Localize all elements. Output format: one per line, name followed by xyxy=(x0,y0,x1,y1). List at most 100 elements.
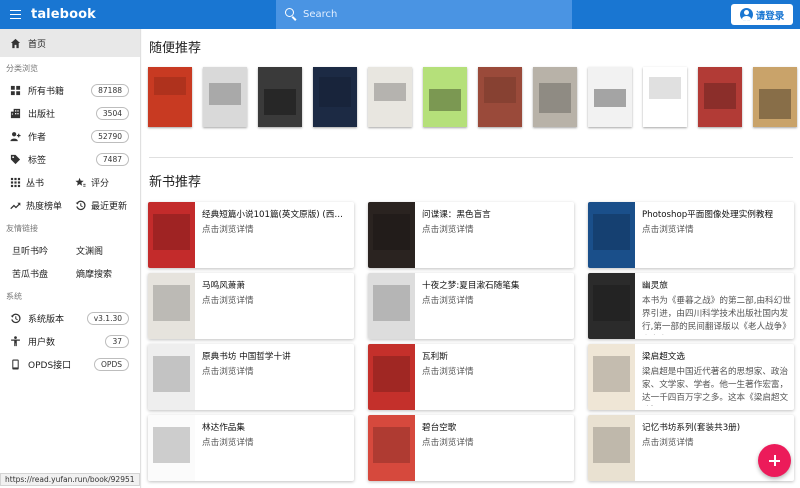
book-description: 点击浏览详情 xyxy=(202,225,254,235)
book-cover[interactable] xyxy=(313,67,357,127)
book-title[interactable]: 梁启超文选 xyxy=(642,350,790,362)
book-title[interactable]: 问谍课：黑色盲言 xyxy=(422,208,570,220)
sidebar-item-label: 丛书 xyxy=(26,179,45,189)
sidebar-item-all-books[interactable]: 所有书籍 87188 xyxy=(0,79,140,102)
phone-icon xyxy=(10,359,21,370)
book-title[interactable]: 碧台空歌 xyxy=(422,421,570,433)
book-description: 点击浏览详情 xyxy=(422,438,474,448)
sidebar-item-recent-updates[interactable]: 最近更新 xyxy=(75,199,140,212)
book-title[interactable]: Photoshop平面图像处理实例教程 xyxy=(642,208,790,220)
section-title-new: 新书推荐 xyxy=(149,175,202,190)
book-card[interactable]: 问谍课：黑色盲言 点击浏览详情 xyxy=(368,202,574,268)
book-cover[interactable] xyxy=(478,67,522,127)
sidebar-item-label: 首页 xyxy=(28,39,47,50)
book-thumbnail[interactable] xyxy=(588,273,635,339)
cover-art xyxy=(319,77,351,107)
book-card[interactable]: 林达作品集点击浏览详情 xyxy=(148,415,354,481)
thumbnail-art xyxy=(153,356,190,392)
book-title[interactable]: 林达作品集 xyxy=(202,421,350,433)
divider xyxy=(149,157,793,158)
sidebar-item-label: 评分 xyxy=(91,179,110,189)
book-thumbnail[interactable] xyxy=(148,415,195,481)
book-cover[interactable] xyxy=(148,67,192,127)
sidebar-item-publishers[interactable]: 出版社 3504 xyxy=(0,102,140,125)
book-thumbnail[interactable] xyxy=(588,415,635,481)
book-cover[interactable] xyxy=(588,67,632,127)
book-title[interactable]: 记忆书坊系列(套装共3册) xyxy=(642,421,790,433)
sidebar-item-opds[interactable]: OPDS接口 OPDS xyxy=(0,353,140,376)
sidebar-item-home[interactable]: 首页 xyxy=(0,29,140,57)
sidebar-item-label: 标签 xyxy=(28,156,47,166)
book-thumbnail[interactable] xyxy=(588,344,635,410)
book-title[interactable]: 原典书坊 中国哲学十讲 xyxy=(202,350,350,362)
book-cover[interactable] xyxy=(643,67,687,127)
book-cover[interactable] xyxy=(698,67,742,127)
cover-art xyxy=(374,83,406,101)
search-box[interactable] xyxy=(276,0,572,29)
book-thumbnail[interactable] xyxy=(368,415,415,481)
links-row-2: 苦瓜书盘 熵摩搜索 xyxy=(0,262,140,285)
sidebar-item-label: OPDS接口 xyxy=(28,361,72,371)
status-url: https://read.yufan.run/book/92951 xyxy=(0,473,140,486)
menu-icon[interactable] xyxy=(4,4,26,26)
sidebar-item-hot-list[interactable]: 热度榜单 xyxy=(10,199,75,212)
link-item[interactable]: 文渊阁 xyxy=(76,244,140,257)
users-chip: 37 xyxy=(105,335,129,348)
book-thumbnail[interactable] xyxy=(368,202,415,268)
book-thumbnail[interactable] xyxy=(148,344,195,410)
book-card[interactable]: 幽灵旅 本书为《垂暮之战》的第二部,由科幻世界引进，由四川科学技术出版社国内发行,… xyxy=(588,273,794,339)
sidebar-item-users[interactable]: 用户数 37 xyxy=(0,330,140,353)
book-description: 点击浏览详情 xyxy=(202,438,254,448)
count-chip: 3504 xyxy=(95,107,129,120)
book-title[interactable]: 十夜之梦:夏目漱石随笔集 xyxy=(422,279,570,291)
sidebar-item-label: 用户数 xyxy=(28,338,56,348)
book-title[interactable]: 瓦利斯 xyxy=(422,350,570,362)
search-input[interactable] xyxy=(303,9,553,20)
links-row-1: 旦听书吟 文渊阁 xyxy=(0,239,140,262)
book-cover[interactable] xyxy=(258,67,302,127)
book-card[interactable]: 梁启超文选 梁启超是中国近代著名的思想家、政治家、文学家、学者。他一生著作宏富，达… xyxy=(588,344,794,410)
link-item[interactable]: 苦瓜书盘 xyxy=(12,267,76,280)
link-item[interactable]: 熵摩搜索 xyxy=(76,267,140,280)
book-cover[interactable] xyxy=(203,67,247,127)
sidebar-item-tags[interactable]: 标签 7487 xyxy=(0,148,140,171)
search-icon xyxy=(285,8,298,21)
book-thumbnail[interactable] xyxy=(148,202,195,268)
book-description: 点击浏览详情 xyxy=(642,225,694,235)
book-cover[interactable] xyxy=(753,67,797,127)
person-icon xyxy=(10,131,21,142)
book-card[interactable]: 十夜之梦:夏目漱石随笔集 点击浏览详情 xyxy=(368,273,574,339)
book-card[interactable]: 经典短篇小说101篇(英文原版) (西方... 点击浏览详情 xyxy=(148,202,354,268)
cover-art xyxy=(429,89,461,111)
login-button[interactable]: 请登录 xyxy=(731,4,793,25)
version-chip: v3.1.30 xyxy=(86,312,129,325)
book-thumbnail[interactable] xyxy=(368,344,415,410)
building-icon xyxy=(10,108,21,119)
book-card[interactable]: 原典书坊 中国哲学十讲 点击浏览详情 xyxy=(148,344,354,410)
book-card[interactable]: Photoshop平面图像处理实例教程 点击浏览详情 xyxy=(588,202,794,268)
section-title-links: 友情链接 xyxy=(6,223,38,233)
book-title[interactable]: 经典短篇小说101篇(英文原版) (西方... xyxy=(202,208,350,220)
sidebar-item-label: 出版社 xyxy=(28,110,56,120)
book-cover[interactable] xyxy=(423,67,467,127)
link-item[interactable]: 旦听书吟 xyxy=(12,244,76,257)
book-card[interactable]: 瓦利斯 点击浏览详情 xyxy=(368,344,574,410)
book-title[interactable]: 马鸣风萧萧 xyxy=(202,279,350,291)
sidebar-item-authors[interactable]: 作者 52790 xyxy=(0,125,140,148)
book-thumbnail[interactable] xyxy=(368,273,415,339)
sidebar-item-version[interactable]: 系统版本 v3.1.30 xyxy=(0,307,140,330)
book-cover[interactable] xyxy=(368,67,412,127)
thumbnail-art xyxy=(153,285,190,321)
book-card[interactable]: 碧台空歌点击浏览详情 xyxy=(368,415,574,481)
add-button[interactable] xyxy=(758,444,791,477)
book-thumbnail[interactable] xyxy=(588,202,635,268)
book-card[interactable]: 马鸣风萧萧 点击浏览详情 xyxy=(148,273,354,339)
app-title[interactable]: talebook xyxy=(31,7,96,22)
sidebar-item-rating[interactable]: 评分 xyxy=(75,176,140,189)
sidebar-item-label: 系统版本 xyxy=(28,315,65,325)
book-thumbnail[interactable] xyxy=(148,273,195,339)
book-title[interactable]: 幽灵旅 xyxy=(642,279,790,291)
sidebar-item-series[interactable]: 丛书 xyxy=(10,176,75,189)
login-label: 请登录 xyxy=(755,10,785,22)
book-cover[interactable] xyxy=(533,67,577,127)
